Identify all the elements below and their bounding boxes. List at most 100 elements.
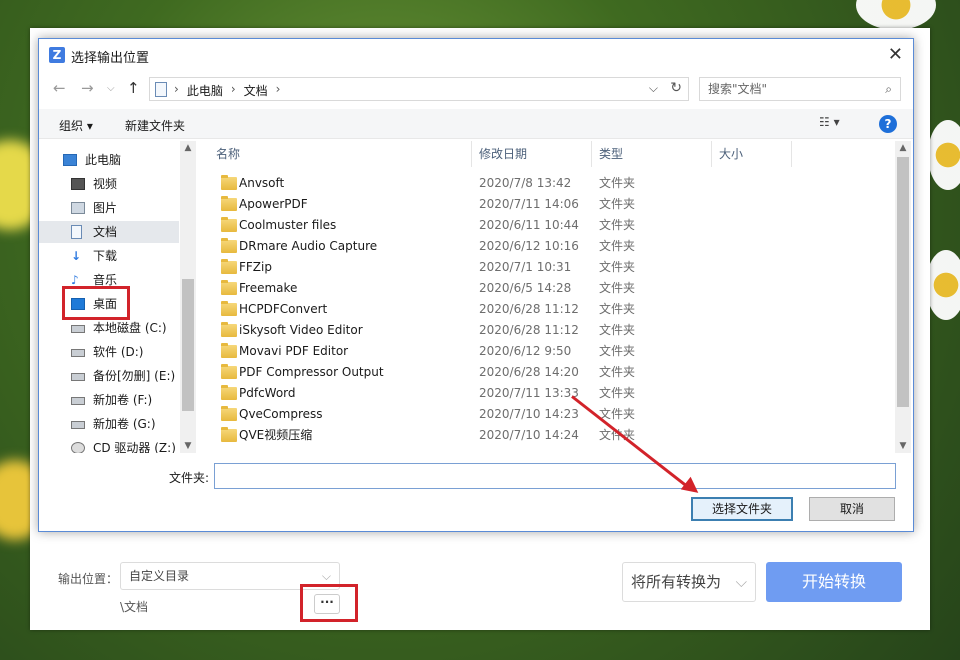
background-flower [928,120,960,190]
output-path-text: \文档 [120,600,149,614]
drive-icon [71,373,85,381]
up-arrow-icon[interactable]: ↑ [127,79,140,97]
sidebar-item-pictures[interactable]: 图片 [39,197,179,219]
search-box[interactable]: 搜索"文档" ⌕ [699,77,901,101]
search-icon: ⌕ [885,82,892,96]
cancel-button[interactable]: 取消 [809,497,895,521]
back-arrow-icon[interactable]: ← [53,79,66,97]
column-header-type[interactable]: 类型 [592,141,712,167]
sidebar-item-label: 软件 (D:) [93,345,144,359]
select-folder-button[interactable]: 选择文件夹 [691,497,793,521]
music-icon: ♪ [71,273,79,287]
view-options-icon[interactable]: ☷ ▾ [819,115,840,129]
pictures-folder-icon [71,202,85,214]
folder-field[interactable] [214,463,896,489]
file-row[interactable]: iSkysoft Video Editor 2020/6/28 11:12 文件夹 [209,320,889,341]
breadcrumb-this-pc[interactable]: 此电脑 [187,82,223,99]
file-list-scrollbar[interactable]: ▲ ▼ [895,141,911,453]
file-name: PdfcWord [239,386,296,400]
sidebar-item-drive-e[interactable]: 备份[勿删] (E:) [39,365,179,387]
recent-locations-icon[interactable]: ⌵ [107,83,115,94]
search-placeholder: 搜索"文档" [708,82,768,96]
file-row[interactable]: PdfcWord 2020/7/11 13:33 文件夹 [209,383,889,404]
close-icon[interactable]: ✕ [888,44,903,65]
file-date: 2020/7/10 14:24 [479,428,579,442]
sidebar-item-label: 文档 [93,225,118,239]
dialog-title: 选择输出位置 [71,51,150,66]
column-header-date[interactable]: 修改日期 [472,141,592,167]
file-date: 2020/7/8 13:42 [479,176,572,190]
sidebar-scrollbar[interactable]: ▲ ▼ [180,141,196,453]
file-row[interactable]: DRmare Audio Capture 2020/6/12 10:16 文件夹 [209,236,889,257]
sidebar-item-drive-g[interactable]: 新加卷 (G:) [39,413,179,435]
breadcrumb-separator-icon: › [174,82,179,96]
scroll-down-icon[interactable]: ▼ [895,441,911,451]
breadcrumb-separator-icon: › [275,82,281,96]
folder-icon [221,364,237,379]
breadcrumb-documents[interactable]: 文档 [244,82,268,99]
file-list-header: ^ 名称 修改日期 类型 大小 [209,141,909,167]
sidebar-item-this-pc[interactable]: 此电脑 [39,149,179,171]
output-location-label: 输出位置： [58,572,119,586]
convert-all-label: 将所有转换为 [631,573,722,591]
sidebar-item-documents[interactable]: 文档 [39,221,179,243]
start-convert-button[interactable]: 开始转换 [766,562,902,602]
app-logo-icon: Z [49,47,65,63]
scroll-down-icon[interactable]: ▼ [180,441,196,451]
file-date: 2020/6/28 14:20 [479,365,579,379]
sidebar-item-label: 下载 [93,249,118,263]
file-name: Freemake [239,281,298,295]
column-header-name[interactable]: 名称 [209,141,472,167]
help-icon[interactable]: ? [879,115,897,133]
file-row[interactable]: FFZip 2020/7/1 10:31 文件夹 [209,257,889,278]
file-row[interactable]: PDF Compressor Output 2020/6/28 14:20 文件夹 [209,362,889,383]
file-date: 2020/7/11 14:06 [479,197,579,211]
file-row[interactable]: Coolmuster files 2020/6/11 10:44 文件夹 [209,215,889,236]
background-flower [856,0,936,30]
scroll-up-icon[interactable]: ▲ [895,143,911,153]
file-name: QVE视频压缩 [239,428,313,442]
sidebar-item-cd-drive[interactable]: CD 驱动器 (Z:) [39,437,179,453]
file-date: 2020/6/12 9:50 [479,344,572,358]
select-output-dialog: Z 选择输出位置 ✕ ← → ⌵ ↑ › 此电脑 › 文档 › ⌵ ↻ 搜索"文… [38,38,914,532]
forward-arrow-icon[interactable]: → [81,79,94,97]
folder-icon [221,322,237,337]
convert-all-select[interactable]: 将所有转换为 ⌵ [622,562,756,602]
sidebar-item-videos[interactable]: 视频 [39,173,179,195]
computer-icon [63,154,77,166]
address-bar[interactable]: › 此电脑 › 文档 › ⌵ ↻ [149,77,689,101]
file-type: 文件夹 [599,281,636,295]
drive-icon [71,325,85,333]
file-list-scroll-thumb[interactable] [897,157,909,407]
sidebar-scroll-thumb[interactable] [182,279,194,411]
column-header-size[interactable]: 大小 [712,141,792,167]
file-row[interactable]: Freemake 2020/6/5 14:28 文件夹 [209,278,889,299]
organize-menu[interactable]: 组织 ▾ [59,117,93,134]
navigation-bar: ← → ⌵ ↑ › 此电脑 › 文档 › ⌵ ↻ 搜索"文档" ⌕ [39,75,913,103]
address-dropdown-icon[interactable]: ⌵ [649,81,658,96]
file-name: Coolmuster files [239,218,337,232]
sidebar-item-label: 此电脑 [85,153,122,167]
folder-field-label: 文件夹: [169,471,210,485]
file-row[interactable]: HCPDFConvert 2020/6/28 11:12 文件夹 [209,299,889,320]
breadcrumb-separator-icon: › [230,82,236,96]
scroll-up-icon[interactable]: ▲ [180,143,196,153]
file-row[interactable]: QveCompress 2020/7/10 14:23 文件夹 [209,404,889,425]
sidebar-item-label: 新加卷 (G:) [93,417,156,431]
new-folder-button[interactable]: 新建文件夹 [125,117,185,134]
sidebar-item-drive-d[interactable]: 软件 (D:) [39,341,179,363]
sidebar-item-label: 音乐 [93,273,118,287]
sidebar-item-label: 视频 [93,177,118,191]
file-name: PDF Compressor Output [239,365,384,379]
sidebar-item-drive-c[interactable]: 本地磁盘 (C:) [39,317,179,339]
sidebar-item-drive-f[interactable]: 新加卷 (F:) [39,389,179,411]
file-row[interactable]: Anvsoft 2020/7/8 13:42 文件夹 [209,173,889,194]
drive-icon [71,397,85,405]
file-row[interactable]: ApowerPDF 2020/7/11 14:06 文件夹 [209,194,889,215]
refresh-icon[interactable]: ↻ [670,80,682,96]
sidebar-item-downloads[interactable]: ↓ 下载 [39,245,179,267]
file-row[interactable]: Movavi PDF Editor 2020/6/12 9:50 文件夹 [209,341,889,362]
video-folder-icon [71,178,85,190]
file-row[interactable]: QVE视频压缩 2020/7/10 14:24 文件夹 [209,425,889,446]
sidebar-item-label: 图片 [93,201,118,215]
